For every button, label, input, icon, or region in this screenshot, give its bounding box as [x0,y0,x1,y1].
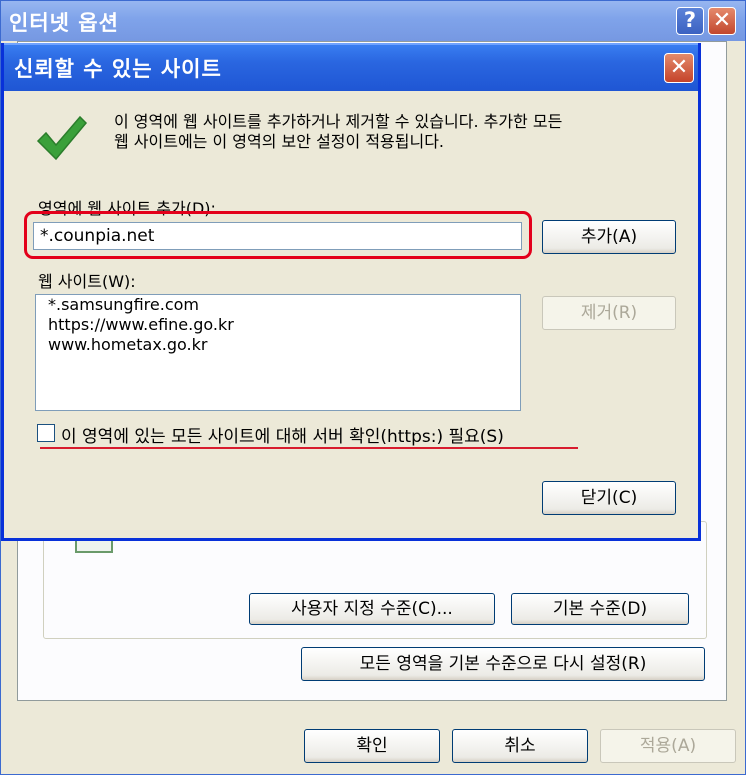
add-site-input[interactable] [33,222,522,250]
parent-window-title: 인터넷 옵션 [9,11,119,35]
default-level-button[interactable]: 기본 수준(D) [511,593,689,625]
websites-list[interactable]: *.samsungfire.com https://www.efine.go.k… [35,294,521,411]
description-line-2: 웹 사이트에는 이 영역의 보안 설정이 적용됩니다. [114,132,445,151]
close-dialog-button[interactable]: 닫기(C) [542,481,676,515]
ok-button[interactable]: 확인 [304,729,440,763]
reset-all-zones-button[interactable]: 모든 영역을 기본 수준으로 다시 설정(R) [301,647,705,681]
custom-level-button[interactable]: 사용자 지정 수준(C)... [249,593,495,625]
apply-button[interactable]: 적용(A) [600,729,736,763]
description-line-1: 이 영역에 웹 사이트를 추가하거나 제거할 수 있습니다. 추가한 모든 [114,112,563,131]
dialog-titlebar[interactable]: 신뢰할 수 있는 사이트 ✕ [4,43,698,91]
help-icon[interactable]: ? [676,7,704,35]
close-icon[interactable]: ✕ [708,7,736,35]
list-item[interactable]: www.hometax.go.kr [48,335,508,355]
trusted-sites-dialog: 신뢰할 수 있는 사이트 ✕ 이 영역에 웹 사이트를 추가하거나 제거할 수 … [1,43,701,541]
list-item[interactable]: https://www.efine.go.kr [48,315,508,335]
close-icon[interactable]: ✕ [664,53,694,83]
add-button[interactable]: 추가(A) [542,220,676,254]
dialog-description: 이 영역에 웹 사이트를 추가하거나 제거할 수 있습니다. 추가한 모든 웹 … [114,112,684,152]
add-site-label: 영역에 웹 사이트 추가(D): [38,199,216,218]
dialog-title: 신뢰할 수 있는 사이트 [14,57,222,81]
require-https-label[interactable]: 이 영역에 있는 모든 사이트에 대해 서버 확인(https:) 필요(S) [61,422,504,447]
require-https-checkbox[interactable] [37,424,55,442]
checkmark-icon [36,115,88,161]
highlight-underline [40,447,578,449]
websites-label: 웹 사이트(W): [38,272,136,291]
remove-button[interactable]: 제거(R) [542,296,676,330]
cancel-button[interactable]: 취소 [452,729,588,763]
list-item[interactable]: *.samsungfire.com [48,295,508,315]
parent-titlebar[interactable]: 인터넷 옵션 ? ✕ [1,1,745,41]
